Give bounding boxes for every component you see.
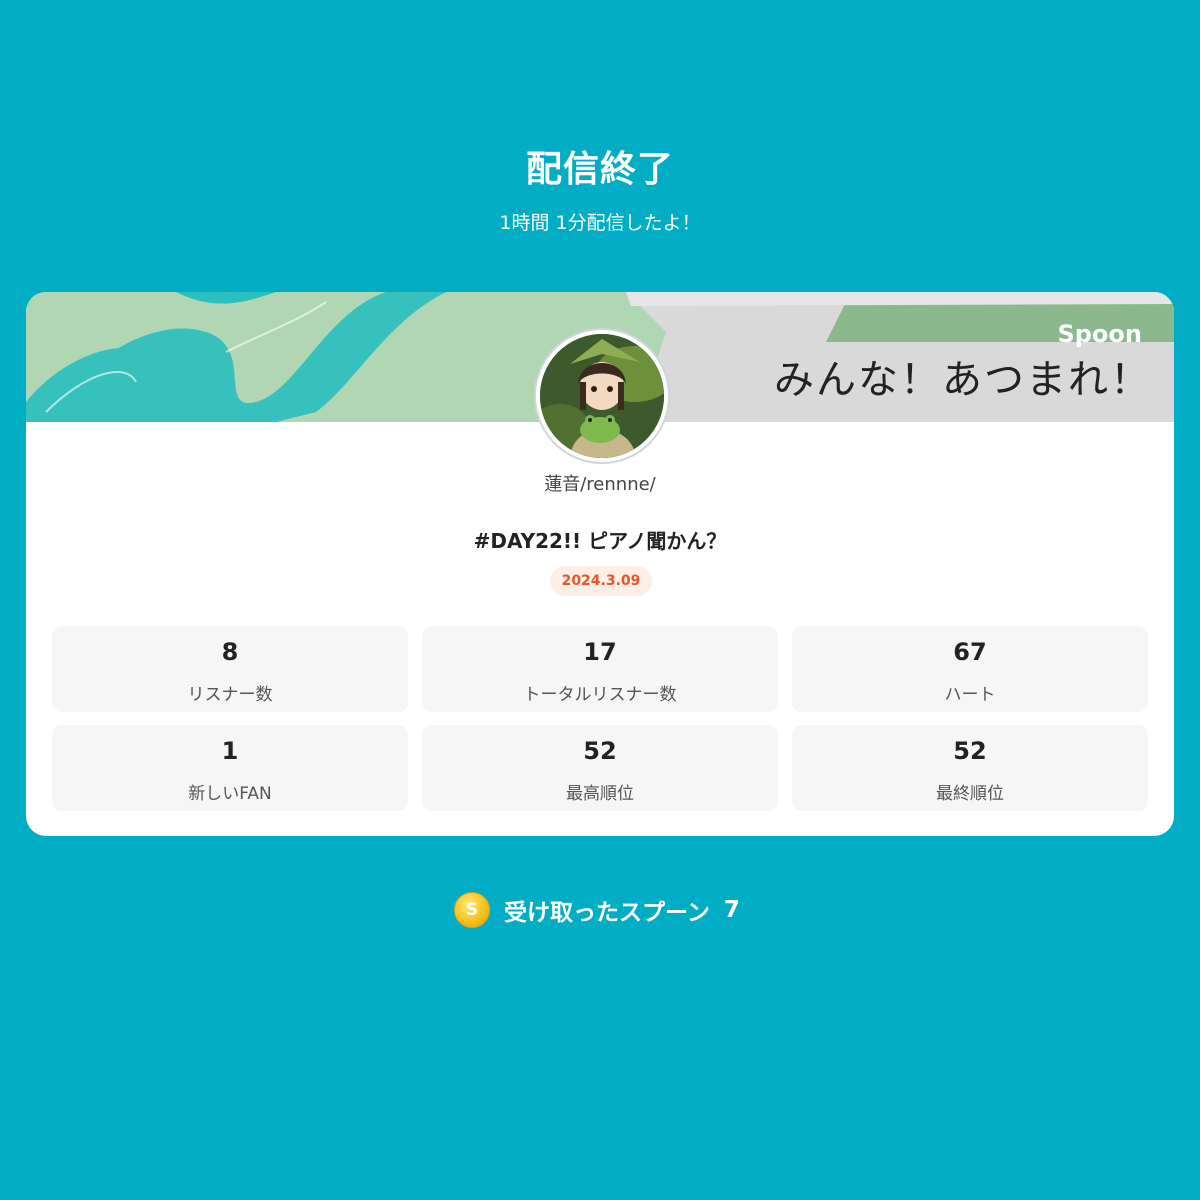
avatar-image	[540, 334, 664, 458]
stat-value: 67	[953, 638, 987, 666]
username[interactable]: 蓮音/rennne/	[26, 470, 1174, 496]
stat-label: ハート	[944, 685, 996, 705]
stat-new-fans: 1 新しいFAN	[52, 725, 408, 811]
stat-total-listeners: 17 トータルリスナー数	[422, 626, 778, 712]
coin-icon: S	[454, 892, 490, 928]
stat-label: 新しいFAN	[188, 784, 272, 804]
stat-label: 最高順位	[566, 784, 634, 804]
stat-value: 52	[583, 737, 617, 765]
stat-value: 1	[221, 737, 239, 765]
page-title: 配信終了	[525, 149, 674, 190]
stat-value: 52	[953, 737, 987, 765]
coin-letter: S	[465, 900, 479, 920]
stat-value: 17	[583, 638, 617, 666]
stream-title: #DAY22!! ピアノ聞かん？	[473, 529, 727, 553]
stat-label: リスナー数	[187, 685, 273, 705]
broadcast-summary-card: Spoon みんな！あつまれ！ 蓮音/rennne/ #DAY22!! ピアノ聞…	[26, 292, 1174, 836]
stat-label: 最終順位	[936, 784, 1004, 804]
stat-label: トータルリスナー数	[523, 685, 677, 705]
stat-hearts: 67 ハート	[792, 626, 1148, 712]
broadcast-duration: 1時間 1分配信したよ！	[499, 212, 701, 234]
banner-caption: みんな！あつまれ！	[774, 357, 1152, 403]
spoons-count: 7	[723, 897, 740, 923]
stat-listeners: 8 リスナー数	[52, 626, 408, 712]
spoon-logo: Spoon	[1057, 320, 1142, 348]
avatar[interactable]	[536, 330, 668, 462]
date-badge: 2024.3.09	[550, 566, 652, 596]
stat-highest-rank: 52 最高順位	[422, 725, 778, 811]
received-spoons: S 受け取ったスプーン 7	[454, 892, 740, 928]
spoons-label: 受け取ったスプーン	[504, 900, 710, 926]
stat-value: 8	[221, 638, 239, 666]
stat-final-rank: 52 最終順位	[792, 725, 1148, 811]
